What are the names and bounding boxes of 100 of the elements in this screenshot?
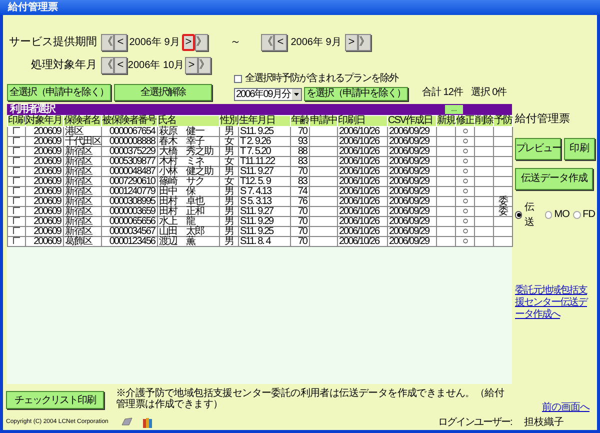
- table-cell: T11.11.22: [240, 156, 275, 167]
- deselect-all-button[interactable]: 全選択解除: [114, 84, 212, 101]
- panel-title: 利用者選択: [8, 104, 55, 114]
- radio-button[interactable]: [515, 210, 522, 218]
- radio-button[interactable]: [573, 210, 581, 218]
- print-button[interactable]: 印刷: [564, 138, 595, 160]
- table-cell: 男: [224, 216, 234, 227]
- table-cell: 男: [224, 146, 234, 157]
- table-cell: 0000034567: [109, 226, 155, 237]
- print-checkbox[interactable]: [13, 197, 20, 204]
- table-cell: 男: [224, 196, 234, 207]
- print-checkbox[interactable]: [13, 127, 20, 134]
- table-cell: 水上 龍: [159, 216, 195, 227]
- month-value: 2006年 9月: [128, 36, 181, 50]
- table-cell: 女: [224, 156, 234, 167]
- print-checkbox[interactable]: [13, 187, 20, 194]
- table-cell: 田村 正和: [159, 206, 204, 217]
- table-cell: 83: [298, 156, 307, 167]
- print-checkbox[interactable]: [13, 157, 20, 164]
- print-checkbox[interactable]: [13, 167, 20, 174]
- table-cell: 2006/09/29: [389, 196, 430, 207]
- table-cell: 0001240779: [109, 186, 155, 197]
- table-cell: 200609: [34, 216, 61, 227]
- print-checkbox[interactable]: [13, 217, 20, 224]
- table-cell: S11. 9.25: [240, 226, 274, 237]
- table-cell: 女: [224, 176, 234, 187]
- table-cell: ○: [462, 166, 468, 177]
- table-cell: 委: [498, 206, 508, 217]
- table-cell: 200609: [34, 166, 61, 177]
- table-cell: 葛飾区: [65, 236, 92, 247]
- last-button[interactable]: 》: [198, 56, 211, 74]
- table-cell: 新宿区: [65, 186, 92, 197]
- print-checkbox[interactable]: [13, 227, 20, 234]
- month-value: 2006年 10月: [127, 58, 185, 72]
- data-creation-link[interactable]: 委託元地域包括支援センター伝送データ作成へ: [515, 284, 597, 320]
- table-cell: 93: [298, 136, 307, 147]
- table-cell: 70: [298, 206, 307, 217]
- table-cell: 2006/10/26: [339, 226, 380, 237]
- table-cell: 200609: [34, 186, 61, 197]
- field-label: 処理対象年月: [30, 58, 98, 73]
- last-button[interactable]: 》: [358, 34, 371, 50]
- select-month-button[interactable]: を選択（申請中を除く）: [304, 87, 408, 101]
- transfer-data-button[interactable]: 伝送データ作成: [515, 168, 593, 190]
- table-cell: 2006/09/29: [389, 206, 430, 217]
- month-select[interactable]: 2006年09月分: [234, 88, 302, 100]
- table-cell: 0000067654: [109, 126, 155, 137]
- preview-button[interactable]: プレビュー: [515, 138, 561, 160]
- table-cell: 田村 卓也: [159, 196, 204, 207]
- first-button[interactable]: 《: [261, 34, 274, 50]
- print-checkbox[interactable]: [13, 137, 20, 144]
- table-cell: 2006/09/29: [389, 226, 430, 237]
- first-button[interactable]: 《: [101, 56, 114, 74]
- table-cell: 男: [224, 166, 234, 177]
- table-cell: ○: [462, 236, 468, 247]
- first-button[interactable]: 《: [101, 34, 114, 50]
- table-cell: 2006/09/29: [389, 166, 430, 177]
- table-cell: 男: [224, 206, 234, 217]
- previous-button[interactable]: <: [114, 34, 127, 50]
- table-cell: 男: [224, 186, 234, 197]
- table-cell: 0000375229: [109, 146, 155, 157]
- print-checkbox[interactable]: [13, 177, 20, 184]
- next-button[interactable]: >: [185, 56, 198, 74]
- selected-count: 選択 0件: [470, 86, 507, 100]
- last-button[interactable]: 》: [195, 34, 208, 50]
- table-cell: 200609: [34, 196, 61, 207]
- table-cell: ○: [462, 216, 468, 227]
- table-cell: 2006/10/26: [339, 146, 380, 157]
- table-cell: ○: [462, 156, 468, 167]
- print-checkbox[interactable]: [13, 237, 20, 244]
- select-all-button[interactable]: 全選択（申請中を除く）: [7, 84, 111, 101]
- checklist-print-button[interactable]: チェックリスト印刷: [6, 391, 104, 409]
- total-count: 合計 12件: [422, 86, 463, 100]
- table-cell: 2006/09/29: [389, 186, 430, 197]
- print-checkbox[interactable]: [13, 207, 20, 214]
- back-link[interactable]: 前の画面へ: [542, 400, 590, 415]
- table-cell: S11. 9.29: [240, 216, 274, 227]
- table-cell: 2006/10/26: [339, 166, 380, 177]
- table-cell: 小林 健之助: [159, 166, 213, 177]
- table-cell: 200609: [34, 126, 61, 137]
- table-cell: 男: [224, 236, 234, 247]
- column-header: CSV作成日: [388, 116, 436, 126]
- table-cell: S11. 8. 4: [240, 236, 270, 247]
- table-cell: 200609: [34, 236, 61, 247]
- table-cell: 200609: [34, 206, 61, 217]
- next-button[interactable]: >: [182, 34, 195, 50]
- checkbox[interactable]: [234, 74, 242, 82]
- table-cell: S11. 9.27: [240, 166, 274, 177]
- table-cell: 70: [298, 216, 307, 227]
- table-cell: 2006/09/29: [389, 126, 430, 137]
- table-cell: 70: [298, 126, 307, 137]
- next-button[interactable]: >: [345, 34, 358, 50]
- table-cell: 千代田区: [65, 136, 101, 147]
- previous-button[interactable]: <: [274, 34, 287, 50]
- radio-button[interactable]: [545, 210, 552, 218]
- print-checkbox[interactable]: [13, 147, 20, 154]
- table-cell: S11. 9.27: [240, 206, 274, 217]
- previous-button[interactable]: <: [114, 56, 127, 74]
- table-cell: 200609: [34, 146, 61, 157]
- table-cell: 新宿区: [65, 176, 92, 187]
- table-cell: T 2. 9.26: [240, 136, 270, 147]
